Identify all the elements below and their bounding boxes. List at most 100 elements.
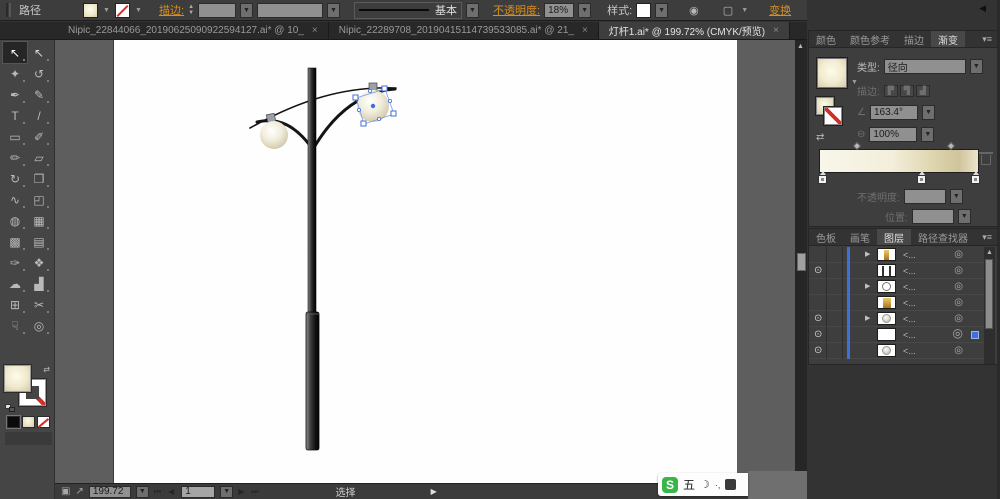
selection-center-anchor[interactable] <box>371 104 375 108</box>
gradient-type-value[interactable]: 径向 <box>884 59 966 74</box>
target-icon[interactable]: ◎ <box>954 249 963 260</box>
stroke-weight-field[interactable] <box>198 3 236 18</box>
ime-punctuation-icon[interactable]: ·, <box>715 480 721 490</box>
target-icon[interactable]: ◎ <box>954 281 963 292</box>
layer-row-2[interactable]: ⊙ <... ◎ <box>809 263 985 279</box>
layer-name[interactable]: <... <box>903 298 916 308</box>
stroke-color-swatch[interactable] <box>115 3 130 18</box>
next-artboard-icon[interactable]: ▶ <box>238 487 246 496</box>
gradient-type-dropdown[interactable]: ▼ <box>970 59 983 74</box>
gradient-aspect-dropdown[interactable]: ▼ <box>921 127 934 142</box>
tab-brushes[interactable]: 画笔 <box>843 229 877 245</box>
control-bar-grip[interactable] <box>6 3 11 17</box>
tab-gradient[interactable]: 渐变 <box>931 31 965 47</box>
draw-inside-icon[interactable] <box>37 432 52 445</box>
width-profile-dropdown[interactable]: ▼ <box>327 3 340 18</box>
canvas-pasteboard[interactable]: ▲ <box>55 40 807 483</box>
opacity-dropdown[interactable]: ▼ <box>578 3 591 18</box>
visibility-eye-icon[interactable]: ⊙ <box>814 313 822 324</box>
scale-tool[interactable]: ❐ <box>27 168 51 189</box>
artboard[interactable] <box>113 40 737 483</box>
lasso-tool[interactable]: ↺ <box>27 63 51 84</box>
tab-color-guide[interactable]: 颜色参考 <box>843 31 897 47</box>
artboard-dropdown[interactable]: ▼ <box>220 486 233 498</box>
hand-tool[interactable]: ☟ <box>3 315 27 336</box>
gradient-aspect-value[interactable]: 100% <box>869 127 917 142</box>
none-button[interactable] <box>37 416 50 428</box>
tab-stroke[interactable]: 描边 <box>897 31 931 47</box>
swap-fill-stroke-icon[interactable]: ⇄ <box>43 365 50 374</box>
layer-thumbnail[interactable] <box>877 296 896 309</box>
layer-thumbnail[interactable] <box>877 312 896 325</box>
doc-tab-1-close-icon[interactable]: × <box>312 25 318 36</box>
reverse-gradient-icon[interactable]: ⇄ <box>816 132 824 143</box>
stroke-panel-link[interactable]: 描边: <box>159 2 184 18</box>
tab-color[interactable]: 颜色 <box>809 31 843 47</box>
layer-name[interactable]: <... <box>903 250 916 260</box>
curvature-tool[interactable]: ✎ <box>27 84 51 105</box>
brush-definition-combo[interactable]: 基本 <box>354 2 462 19</box>
gradient-tool[interactable]: ▤ <box>27 231 51 252</box>
gradient-angle-dropdown[interactable]: ▼ <box>922 105 935 120</box>
zoom-level-dropdown[interactable]: ▼ <box>136 486 149 498</box>
target-icon-active[interactable]: ◎ <box>953 328 963 339</box>
artwork-street-lamp[interactable] <box>230 55 420 460</box>
stop-opacity-value[interactable] <box>904 189 946 204</box>
mesh-tool[interactable]: ▩ <box>3 231 27 252</box>
visibility-eye-icon[interactable]: ⊙ <box>814 265 822 276</box>
rotate-tool[interactable]: ↻ <box>3 168 27 189</box>
stroke-color-dropdown-arrow[interactable]: ▼ <box>134 3 143 18</box>
layer-row-4[interactable]: <... ◎ <box>809 295 985 311</box>
graph-tool[interactable]: ▟ <box>27 273 51 294</box>
delete-stop-trash-icon[interactable] <box>981 155 991 165</box>
width-tool[interactable]: ∿ <box>3 189 27 210</box>
free-transform-tool[interactable]: ◰ <box>27 189 51 210</box>
stop-location-value[interactable] <box>912 209 954 224</box>
gradient-stop-1[interactable] <box>818 175 827 184</box>
tab-swatches[interactable]: 色板 <box>809 229 843 245</box>
visibility-eye-icon[interactable]: ⊙ <box>814 329 822 340</box>
zoom-tool[interactable]: ◎ <box>27 315 51 336</box>
fill-color-dropdown-arrow[interactable]: ▼ <box>102 3 111 18</box>
fill-swatch-large[interactable] <box>4 365 31 392</box>
scroll-up-arrow[interactable]: ▲ <box>797 43 804 50</box>
stop-location-dropdown[interactable]: ▼ <box>958 209 971 224</box>
draw-normal-icon[interactable] <box>5 432 20 445</box>
layer-row-1[interactable]: ▶ <... ◎ <box>809 247 985 263</box>
slice-tool[interactable]: ✂ <box>27 294 51 315</box>
paintbrush-tool[interactable]: ✐ <box>27 126 51 147</box>
layer-name[interactable]: <... <box>903 266 916 276</box>
direct-selection-tool[interactable]: ↖ <box>27 42 51 63</box>
zoom-level-field[interactable]: 199.72 <box>89 486 131 498</box>
gradient-thumbnail[interactable] <box>816 57 848 89</box>
layer-name[interactable]: <... <box>903 330 916 340</box>
layers-scrollbar[interactable]: ▲ <box>984 247 995 364</box>
eraser-tool[interactable]: ▱ <box>27 147 51 168</box>
perspective-grid-tool[interactable]: ▦ <box>27 210 51 231</box>
gradient-button[interactable] <box>22 416 35 428</box>
layer-row-5[interactable]: ⊙ ▶ <... ◎ <box>809 311 985 327</box>
ime-moon-icon[interactable]: ☽ <box>700 478 710 491</box>
layers-scrollbar-thumb[interactable] <box>985 259 993 329</box>
share-icon[interactable]: ↗ <box>75 486 83 497</box>
target-icon[interactable]: ◎ <box>954 313 963 324</box>
isolate-object-icon[interactable]: ▢ <box>720 4 736 17</box>
document-setup-icon[interactable]: ◉ <box>686 4 702 17</box>
hscroll-arrow-icon[interactable]: ▶ <box>431 487 437 496</box>
tab-pathfinder[interactable]: 路径查找器 <box>911 229 975 245</box>
gradient-stroke-proxy[interactable] <box>824 107 842 125</box>
expand-arrow-icon[interactable]: ▶ <box>865 250 870 258</box>
gradient-angle-value[interactable]: 163.4° <box>870 105 918 120</box>
layer-name[interactable]: <... <box>903 314 916 324</box>
stroke-along-icon[interactable]: ▜ <box>900 85 914 97</box>
target-icon[interactable]: ◎ <box>954 297 963 308</box>
last-artboard-icon[interactable]: ⏭ <box>251 487 260 497</box>
expand-arrow-icon[interactable]: ▶ <box>865 314 870 322</box>
lamp-pole-upper[interactable] <box>308 68 316 314</box>
doc-tab-3-close-icon[interactable]: × <box>773 25 779 36</box>
transform-panel-link[interactable]: 变换 <box>769 2 791 18</box>
layer-thumbnail[interactable] <box>877 264 896 277</box>
stroke-weight-dropdown[interactable]: ▼ <box>240 3 253 18</box>
isolate-dropdown-arrow[interactable]: ▼ <box>740 3 749 18</box>
blend-tool[interactable]: ❖ <box>27 252 51 273</box>
